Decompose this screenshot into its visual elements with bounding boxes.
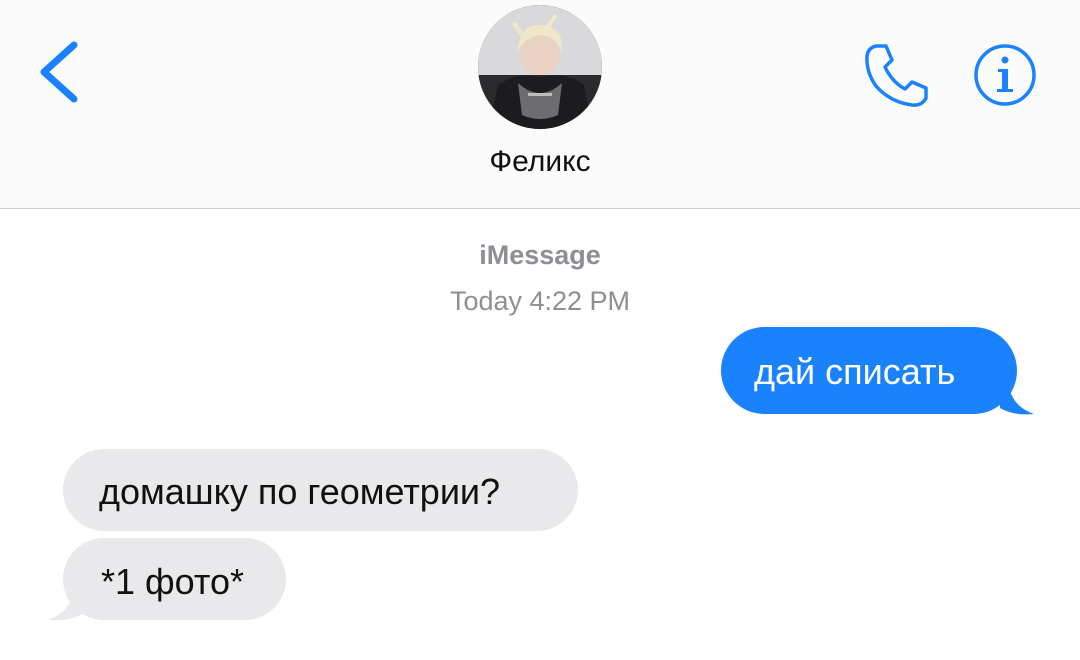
avatar-photo: [478, 5, 602, 129]
incoming-bubble-tail: [48, 586, 82, 621]
contact-avatar[interactable]: [478, 5, 602, 129]
back-button[interactable]: [36, 38, 84, 106]
message-text: дай списать: [754, 351, 956, 392]
incoming-message-bubble[interactable]: *1 фото*: [63, 538, 286, 620]
message-text: домашку по геометрии?: [99, 471, 501, 512]
info-icon: [974, 44, 1036, 106]
contact-name[interactable]: Феликс: [0, 145, 1080, 179]
conversation-header: Феликс: [0, 0, 1080, 209]
message-text: *1 фото*: [101, 561, 244, 602]
message-timestamp: Today 4:22 PM: [449, 286, 631, 316]
info-button[interactable]: [972, 42, 1038, 108]
service-label: iMessage: [479, 240, 601, 270]
outgoing-message-bubble[interactable]: дай списать: [721, 327, 1017, 414]
chevron-left-icon: [40, 41, 78, 103]
phone-icon: [865, 44, 928, 107]
messages-screen: Феликс iMessage Today 4:22 PM дай списат…: [0, 0, 1080, 660]
call-button[interactable]: [862, 40, 932, 110]
incoming-message-bubble[interactable]: домашку по геометрии?: [63, 449, 578, 531]
outgoing-bubble-tail: [1000, 380, 1034, 415]
